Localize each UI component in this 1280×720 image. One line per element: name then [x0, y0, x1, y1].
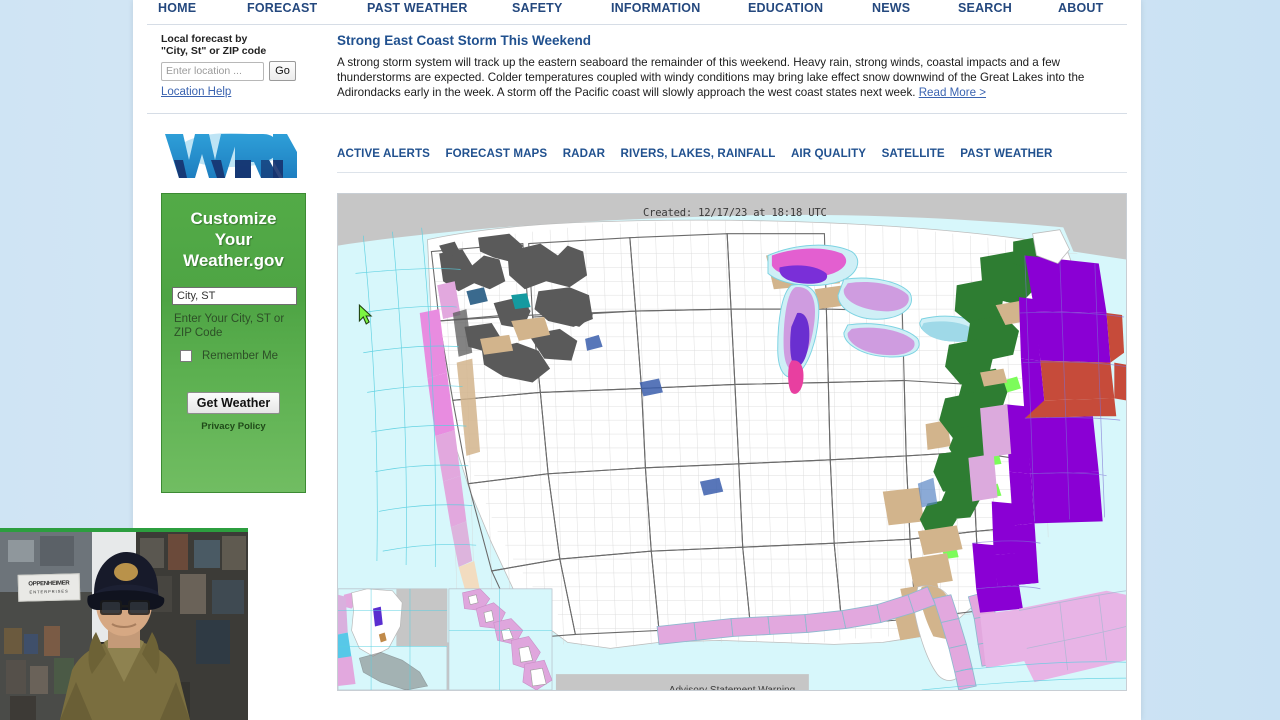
local-forecast-label: Local forecast by "City, St" or ZIP code — [161, 33, 319, 57]
local-forecast-and-story-row: Local forecast by "City, St" or ZIP code… — [133, 25, 1141, 101]
main-content: Customize Your Weather.gov Enter Your Ci… — [133, 182, 1141, 691]
webcam-sign-logo: OPPENHEIMER ENTERPRISES — [17, 573, 81, 602]
location-search-input[interactable] — [161, 61, 264, 81]
nav-item-safety[interactable]: SAFETY — [512, 1, 563, 15]
get-weather-button[interactable]: Get Weather — [186, 391, 281, 414]
subnav-air-quality[interactable]: AIR QUALITY — [791, 147, 866, 160]
nav-item-past-weather[interactable]: PAST WEATHER — [367, 1, 468, 15]
local-forecast-label-line1: Local forecast by — [161, 33, 248, 45]
map-created-timestamp: Created: 12/17/23 at 18:18 UTC — [643, 206, 827, 219]
local-forecast-label-line2: "City, St" or ZIP code — [161, 45, 267, 57]
story-body: A strong storm system will track up the … — [337, 55, 1119, 101]
us-alerts-map[interactable]: Created: 12/17/23 at 18:18 UTC Advisory … — [337, 192, 1127, 691]
nav-item-forecast[interactable]: FORECAST — [247, 1, 317, 15]
wrn-band: ACTIVE ALERTS FORECAST MAPS RADAR RIVERS… — [133, 114, 1141, 182]
location-go-button[interactable]: Go — [269, 61, 296, 81]
map-column: Created: 12/17/23 at 18:18 UTC Advisory … — [319, 192, 1127, 691]
local-forecast-box: Local forecast by "City, St" or ZIP code… — [147, 33, 319, 101]
wrn-logo[interactable] — [147, 128, 319, 182]
customize-title-line1: Customize — [190, 208, 277, 228]
nav-item-news[interactable]: NEWS — [872, 1, 910, 15]
webcam-sign-line1: OPPENHEIMER — [28, 580, 70, 588]
nav-item-home[interactable]: HOME — [158, 1, 196, 15]
map-legend-partial: Advisory Statement Warning — [668, 684, 796, 691]
remember-me-label: Remember Me — [202, 349, 279, 362]
primary-navigation[interactable]: HOME FORECAST PAST WEATHER SAFETY INFORM… — [133, 0, 1141, 20]
nav-item-search[interactable]: SEARCH — [958, 1, 1012, 15]
customize-weather-panel: Customize Your Weather.gov Enter Your Ci… — [161, 192, 306, 493]
customize-helper-text: Enter Your City, ST or ZIP Code — [174, 312, 285, 339]
webcam-overlay[interactable]: OPPENHEIMER ENTERPRISES — [0, 528, 248, 720]
location-help-link[interactable]: Location Help — [161, 86, 231, 98]
city-state-input[interactable] — [172, 286, 297, 305]
customize-panel-title: Customize Your Weather.gov — [172, 208, 295, 271]
subnav-rivers-lakes-rainfall[interactable]: RIVERS, LAKES, RAINFALL — [621, 147, 776, 160]
secondary-navigation[interactable]: ACTIVE ALERTS FORECAST MAPS RADAR RIVERS… — [319, 128, 1127, 173]
hawaii-inset — [448, 588, 553, 690]
nav-item-education[interactable]: EDUCATION — [748, 1, 823, 15]
remember-me-checkbox[interactable] — [180, 349, 192, 362]
nav-item-about[interactable]: ABOUT — [1058, 1, 1103, 15]
customize-title-line3: Weather.gov — [183, 250, 284, 270]
story-read-more-link[interactable]: Read More > — [919, 86, 986, 99]
browser-page: HOME FORECAST PAST WEATHER SAFETY INFORM… — [133, 0, 1141, 720]
subnav-divider — [337, 171, 1127, 173]
alaska-inset — [338, 588, 448, 690]
subnav-past-weather[interactable]: PAST WEATHER — [960, 147, 1052, 160]
nav-item-information[interactable]: INFORMATION — [611, 1, 700, 15]
webcam-sign-line2: ENTERPRISES — [29, 588, 69, 595]
privacy-policy-link[interactable]: Privacy Policy — [172, 421, 295, 432]
subnav-forecast-maps[interactable]: FORECAST MAPS — [445, 147, 547, 160]
subnav-active-alerts[interactable]: ACTIVE ALERTS — [337, 147, 430, 160]
featured-story: Strong East Coast Storm This Weekend A s… — [319, 33, 1127, 101]
subnav-radar[interactable]: RADAR — [563, 147, 605, 160]
story-headline: Strong East Coast Storm This Weekend — [337, 33, 592, 48]
remember-me-row[interactable]: Remember Me — [172, 349, 295, 362]
customize-title-line2: Your — [214, 229, 253, 249]
subnav-satellite[interactable]: SATELLITE — [882, 147, 945, 160]
webcam-video[interactable] — [0, 532, 248, 720]
map-graphic[interactable] — [338, 193, 1126, 690]
